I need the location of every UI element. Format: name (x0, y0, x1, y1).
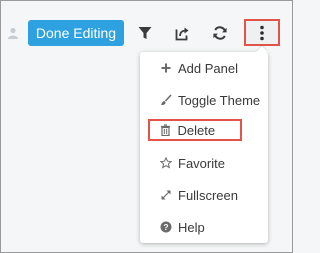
refresh-icon[interactable] (209, 22, 231, 44)
menu-item-delete[interactable]: Delete (148, 119, 242, 141)
share-icon[interactable] (171, 22, 193, 44)
panel-actions-menu: Add Panel Toggle Theme Delete Favorite F… (140, 46, 268, 243)
menu-pointer (256, 46, 268, 52)
menu-item-fullscreen[interactable]: Fullscreen (140, 183, 268, 207)
help-icon: ? (160, 221, 172, 233)
more-vertical-icon (260, 25, 264, 40)
menu-item-toggle-theme[interactable]: Toggle Theme (140, 88, 268, 112)
filter-icon[interactable] (134, 22, 156, 44)
svg-text:?: ? (163, 222, 168, 232)
menu-item-help[interactable]: ? Help (140, 215, 268, 239)
menu-item-label: Delete (177, 122, 216, 138)
menu-item-add-panel[interactable]: Add Panel (140, 56, 268, 80)
menu-item-label: Help (178, 219, 205, 235)
menu-item-label: Fullscreen (178, 187, 238, 203)
expand-icon (160, 189, 172, 201)
user-icon (7, 26, 19, 39)
menu-item-label: Add Panel (178, 60, 238, 76)
menu-item-label: Toggle Theme (178, 92, 261, 108)
brush-icon (160, 94, 172, 106)
menu-item-label: Favorite (178, 155, 225, 171)
more-vertical-button[interactable] (244, 19, 280, 46)
plus-icon (160, 62, 172, 74)
trash-icon (160, 124, 172, 136)
done-editing-button[interactable]: Done Editing (28, 20, 124, 46)
star-icon (160, 157, 172, 169)
menu-item-favorite[interactable]: Favorite (140, 151, 268, 175)
